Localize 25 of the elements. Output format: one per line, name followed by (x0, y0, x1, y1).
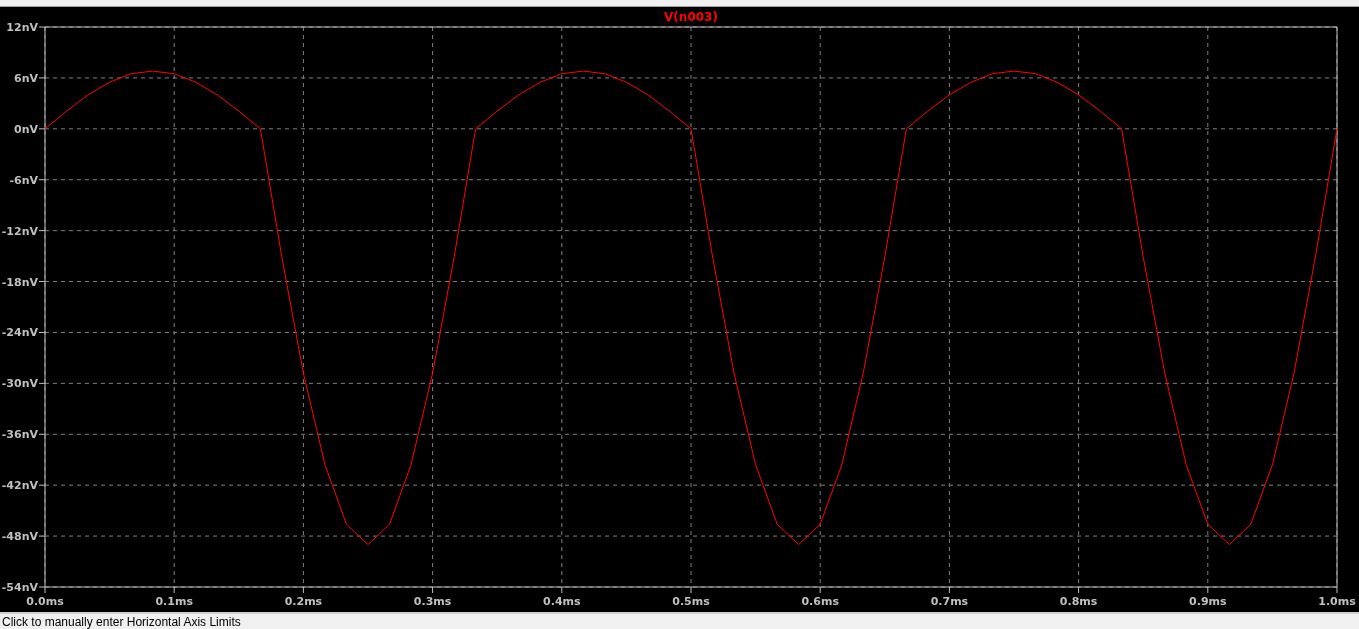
x-tick-label: 0.4ms (543, 595, 581, 608)
x-tick-label: 0.1ms (155, 595, 193, 608)
y-tick-label: -18nV (1, 275, 38, 289)
x-tick-label: 0.8ms (1059, 595, 1098, 608)
y-tick-label: -24nV (1, 326, 38, 340)
x-tick-label: 0.2ms (284, 595, 323, 608)
x-tick-label: 0.3ms (413, 595, 452, 608)
x-tick-label: 0.5ms (672, 595, 710, 608)
y-tick-label: -12nV (1, 224, 38, 238)
y-tick-label: 6nV (14, 71, 38, 85)
x-tick-label: 0.6ms (801, 595, 839, 608)
x-tick-label: 0.7ms (930, 595, 969, 608)
y-tick-label: 12nV (6, 21, 38, 34)
x-tick-label: 1.0ms (1318, 595, 1356, 608)
x-tick-label: 0.0ms (26, 595, 64, 608)
y-tick-label: -54nV (1, 581, 38, 594)
y-tick-label: -48nV (1, 530, 38, 544)
status-text: Click to manually enter Horizontal Axis Limits (2, 614, 241, 629)
y-tick-label: -36nV (1, 428, 38, 442)
y-tick-label: -30nV (1, 377, 38, 391)
y-tick-label: 0nV (14, 122, 38, 136)
y-tick-label: -42nV (1, 479, 38, 493)
y-tick-label: -6nV (9, 173, 38, 187)
trace-label[interactable]: V(n003) (664, 10, 718, 24)
x-tick-label: 0.9ms (1189, 595, 1227, 608)
